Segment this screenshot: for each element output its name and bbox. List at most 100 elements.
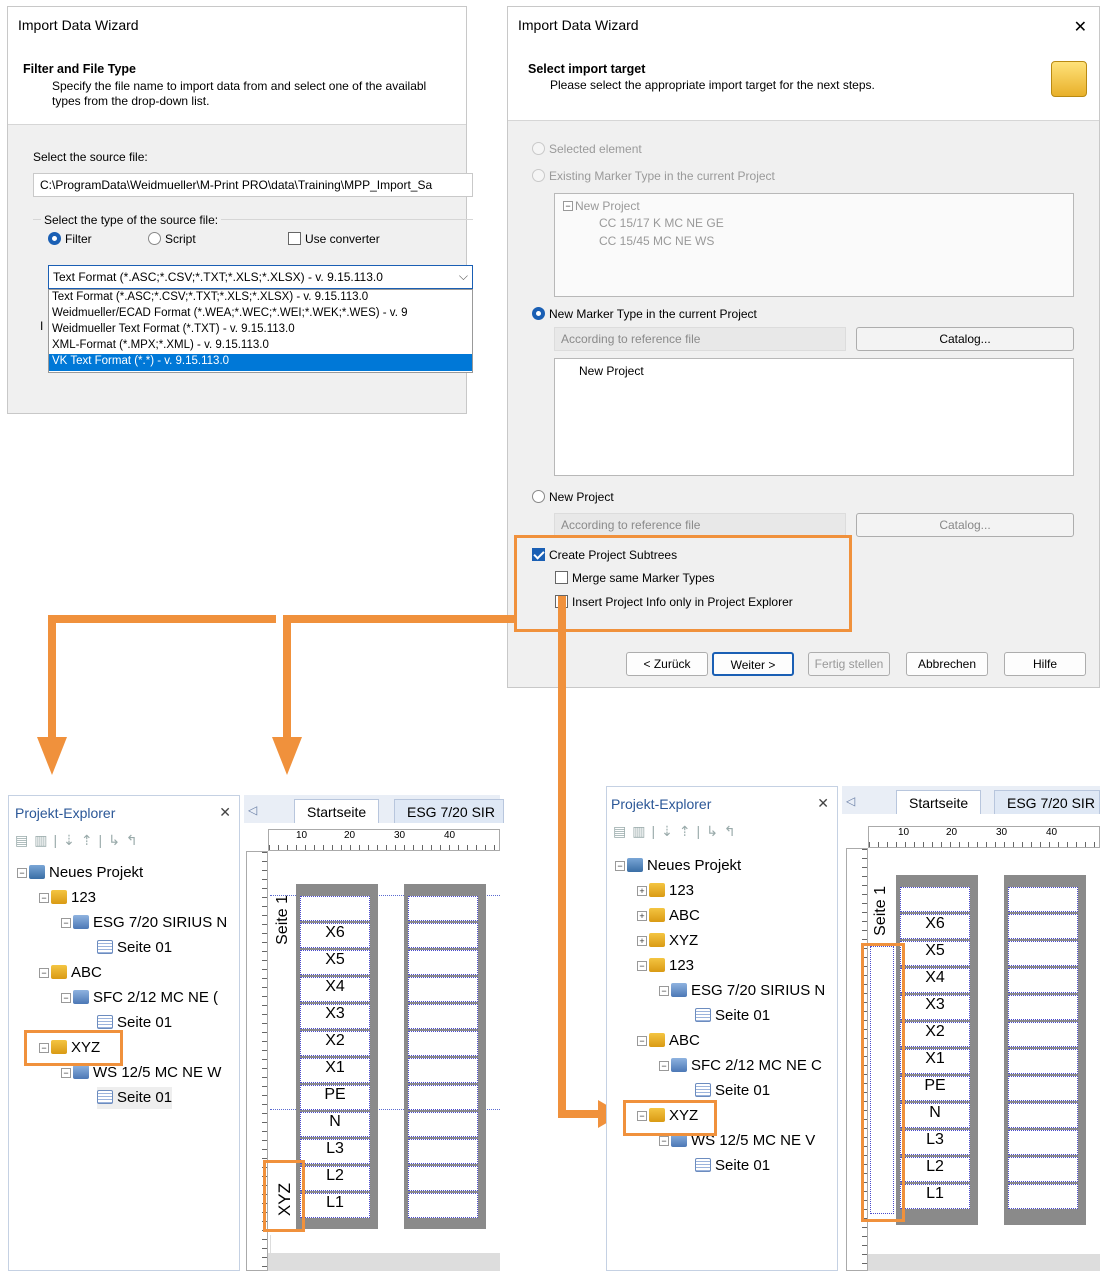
tree-item[interactable]: CC 15/45 MC NE WS xyxy=(599,234,714,248)
option-new-marker[interactable]: New Marker Type in the current Project xyxy=(532,307,757,321)
marker-cell-empty[interactable] xyxy=(1008,1076,1078,1101)
tree-root[interactable]: − New Project xyxy=(563,199,640,213)
marker-cell[interactable]: PE xyxy=(900,1076,970,1101)
tree-node[interactable]: − Neues Projekt xyxy=(615,855,741,877)
tree-node[interactable]: − ESG 7/20 SIRIUS N xyxy=(61,912,227,934)
tree-node[interactable]: − SFC 2/12 MC NE C xyxy=(659,1055,822,1077)
marker-cell-empty[interactable] xyxy=(1008,1157,1078,1182)
option-selected-element[interactable]: Selected element xyxy=(532,142,642,156)
marker-cell-empty[interactable] xyxy=(408,1112,478,1137)
marker-cell-empty[interactable] xyxy=(1008,1049,1078,1074)
tab-startseite[interactable]: Startseite xyxy=(896,790,982,814)
marker-cell-empty[interactable] xyxy=(300,896,370,921)
marker-cell[interactable]: X1 xyxy=(300,1058,370,1083)
tree-node[interactable]: − SFC 2/12 MC NE ( xyxy=(61,987,218,1009)
tree-node[interactable]: − Neues Projekt xyxy=(17,862,143,884)
marker-cell[interactable]: X6 xyxy=(300,923,370,948)
marker-cell-empty[interactable] xyxy=(408,1139,478,1164)
close-icon[interactable]: ✕ xyxy=(1074,17,1087,37)
marker-cell[interactable]: N xyxy=(300,1112,370,1137)
marker-cell-empty[interactable] xyxy=(408,950,478,975)
tree-node[interactable]: + XYZ xyxy=(637,930,698,952)
format-option-selected[interactable]: VK Text Format (*.*) - v. 9.15.113.0 xyxy=(49,354,472,371)
help-button[interactable]: Hilfe xyxy=(1004,652,1086,676)
tab-esg[interactable]: ESG 7/20 SIR xyxy=(994,790,1100,814)
marker-cell[interactable]: L1 xyxy=(900,1184,970,1209)
tree-node[interactable]: − ABC xyxy=(637,1030,700,1052)
marker-cell-empty[interactable] xyxy=(408,1193,478,1218)
tree-root[interactable]: New Project xyxy=(579,364,644,378)
marker-cell-empty[interactable] xyxy=(1008,941,1078,966)
tree-node[interactable]: + ABC xyxy=(637,905,700,927)
tree-node[interactable]: − 123 xyxy=(39,887,96,909)
marker-cell-empty[interactable] xyxy=(1008,1130,1078,1155)
tab-esg[interactable]: ESG 7/20 SIR xyxy=(394,799,504,823)
back-button[interactable]: < Zurück xyxy=(626,652,708,676)
marker-cell[interactable]: X4 xyxy=(300,977,370,1002)
marker-cell[interactable]: X2 xyxy=(900,1022,970,1047)
tree-node[interactable]: Seite 01 xyxy=(695,1155,770,1177)
marker-cell[interactable]: L1 xyxy=(300,1193,370,1218)
catalog-button-2[interactable]: Catalog... xyxy=(856,513,1074,537)
marker-cell-empty[interactable] xyxy=(1008,1103,1078,1128)
marker-cell[interactable]: L2 xyxy=(300,1166,370,1191)
marker-cell-empty[interactable] xyxy=(1008,968,1078,993)
marker-cell-empty[interactable] xyxy=(408,923,478,948)
scroll-left-icon[interactable]: ◁ xyxy=(248,803,257,817)
marker-cell-empty[interactable] xyxy=(408,1004,478,1029)
tree-node[interactable]: Seite 01 xyxy=(695,1080,770,1102)
tree-node[interactable]: Seite 01 xyxy=(97,937,172,959)
format-select[interactable]: Text Format (*.ASC;*.CSV;*.TXT;*.XLS;*.X… xyxy=(48,265,473,289)
cancel-button[interactable]: Abbrechen xyxy=(906,652,988,676)
format-option[interactable]: Text Format (*.ASC;*.CSV;*.TXT;*.XLS;*.X… xyxy=(49,290,472,306)
marker-cell[interactable]: X2 xyxy=(300,1031,370,1056)
tree-node[interactable]: − 123 xyxy=(637,955,694,977)
marker-cell-empty[interactable] xyxy=(1008,1022,1078,1047)
tree-item[interactable]: CC 15/17 K MC NE GE xyxy=(599,216,724,230)
use-converter-checkbox[interactable]: Use converter xyxy=(288,232,380,246)
marker-cell[interactable]: X3 xyxy=(900,995,970,1020)
tab-startseite[interactable]: Startseite xyxy=(294,799,380,823)
radio-filter[interactable]: Filter xyxy=(48,232,92,246)
option-existing-marker[interactable]: Existing Marker Type in the current Proj… xyxy=(532,169,775,183)
catalog-button[interactable]: Catalog... xyxy=(856,327,1074,351)
marker-cell[interactable]: L2 xyxy=(900,1157,970,1182)
marker-cell-empty[interactable] xyxy=(1008,887,1078,912)
marker-cell[interactable]: X4 xyxy=(900,968,970,993)
marker-cell-empty[interactable] xyxy=(408,1166,478,1191)
marker-cell-empty[interactable] xyxy=(900,887,970,912)
tree-node[interactable]: − ABC xyxy=(39,962,102,984)
close-icon[interactable]: ✕ xyxy=(219,804,231,821)
tree-node[interactable]: − ESG 7/20 SIRIUS N xyxy=(659,980,825,1002)
close-icon[interactable]: ✕ xyxy=(817,795,829,812)
format-option[interactable]: Weidmueller/ECAD Format (*.WEA;*.WEC;*.W… xyxy=(49,306,472,322)
marker-cell[interactable]: X5 xyxy=(900,941,970,966)
radio-script[interactable]: Script xyxy=(148,232,196,246)
marker-cell[interactable]: X3 xyxy=(300,1004,370,1029)
finish-button[interactable]: Fertig stellen xyxy=(808,652,890,676)
tree-node[interactable]: Seite 01 xyxy=(695,1005,770,1027)
marker-cell[interactable]: N xyxy=(900,1103,970,1128)
marker-cell[interactable]: X1 xyxy=(900,1049,970,1074)
format-option[interactable]: XML-Format (*.MPX;*.XML) - v. 9.15.113.0 xyxy=(49,338,472,354)
marker-cell-empty[interactable] xyxy=(1008,995,1078,1020)
marker-cell-empty[interactable] xyxy=(408,1031,478,1056)
marker-cell[interactable]: X5 xyxy=(300,950,370,975)
reference-file-field-2[interactable]: According to reference file xyxy=(554,513,846,537)
option-new-project[interactable]: New Project xyxy=(532,490,614,504)
marker-cell[interactable]: X6 xyxy=(900,914,970,939)
marker-cell-empty[interactable] xyxy=(1008,1184,1078,1209)
scroll-left-icon[interactable]: ◁ xyxy=(846,794,855,808)
marker-cell[interactable]: L3 xyxy=(900,1130,970,1155)
marker-cell[interactable]: L3 xyxy=(300,1139,370,1164)
reference-file-field[interactable]: According to reference file xyxy=(554,327,846,351)
format-option[interactable]: Weidmueller Text Format (*.TXT) - v. 9.1… xyxy=(49,322,472,338)
marker-cell-empty[interactable] xyxy=(1008,914,1078,939)
marker-cell[interactable]: PE xyxy=(300,1085,370,1110)
source-file-input[interactable]: C:\ProgramData\Weidmueller\M-Print PRO\d… xyxy=(33,173,473,197)
marker-cell-empty[interactable] xyxy=(408,896,478,921)
marker-cell-empty[interactable] xyxy=(408,1058,478,1083)
marker-cell-empty[interactable] xyxy=(408,1085,478,1110)
marker-cell-empty[interactable] xyxy=(408,977,478,1002)
next-button[interactable]: Weiter > xyxy=(712,652,794,676)
